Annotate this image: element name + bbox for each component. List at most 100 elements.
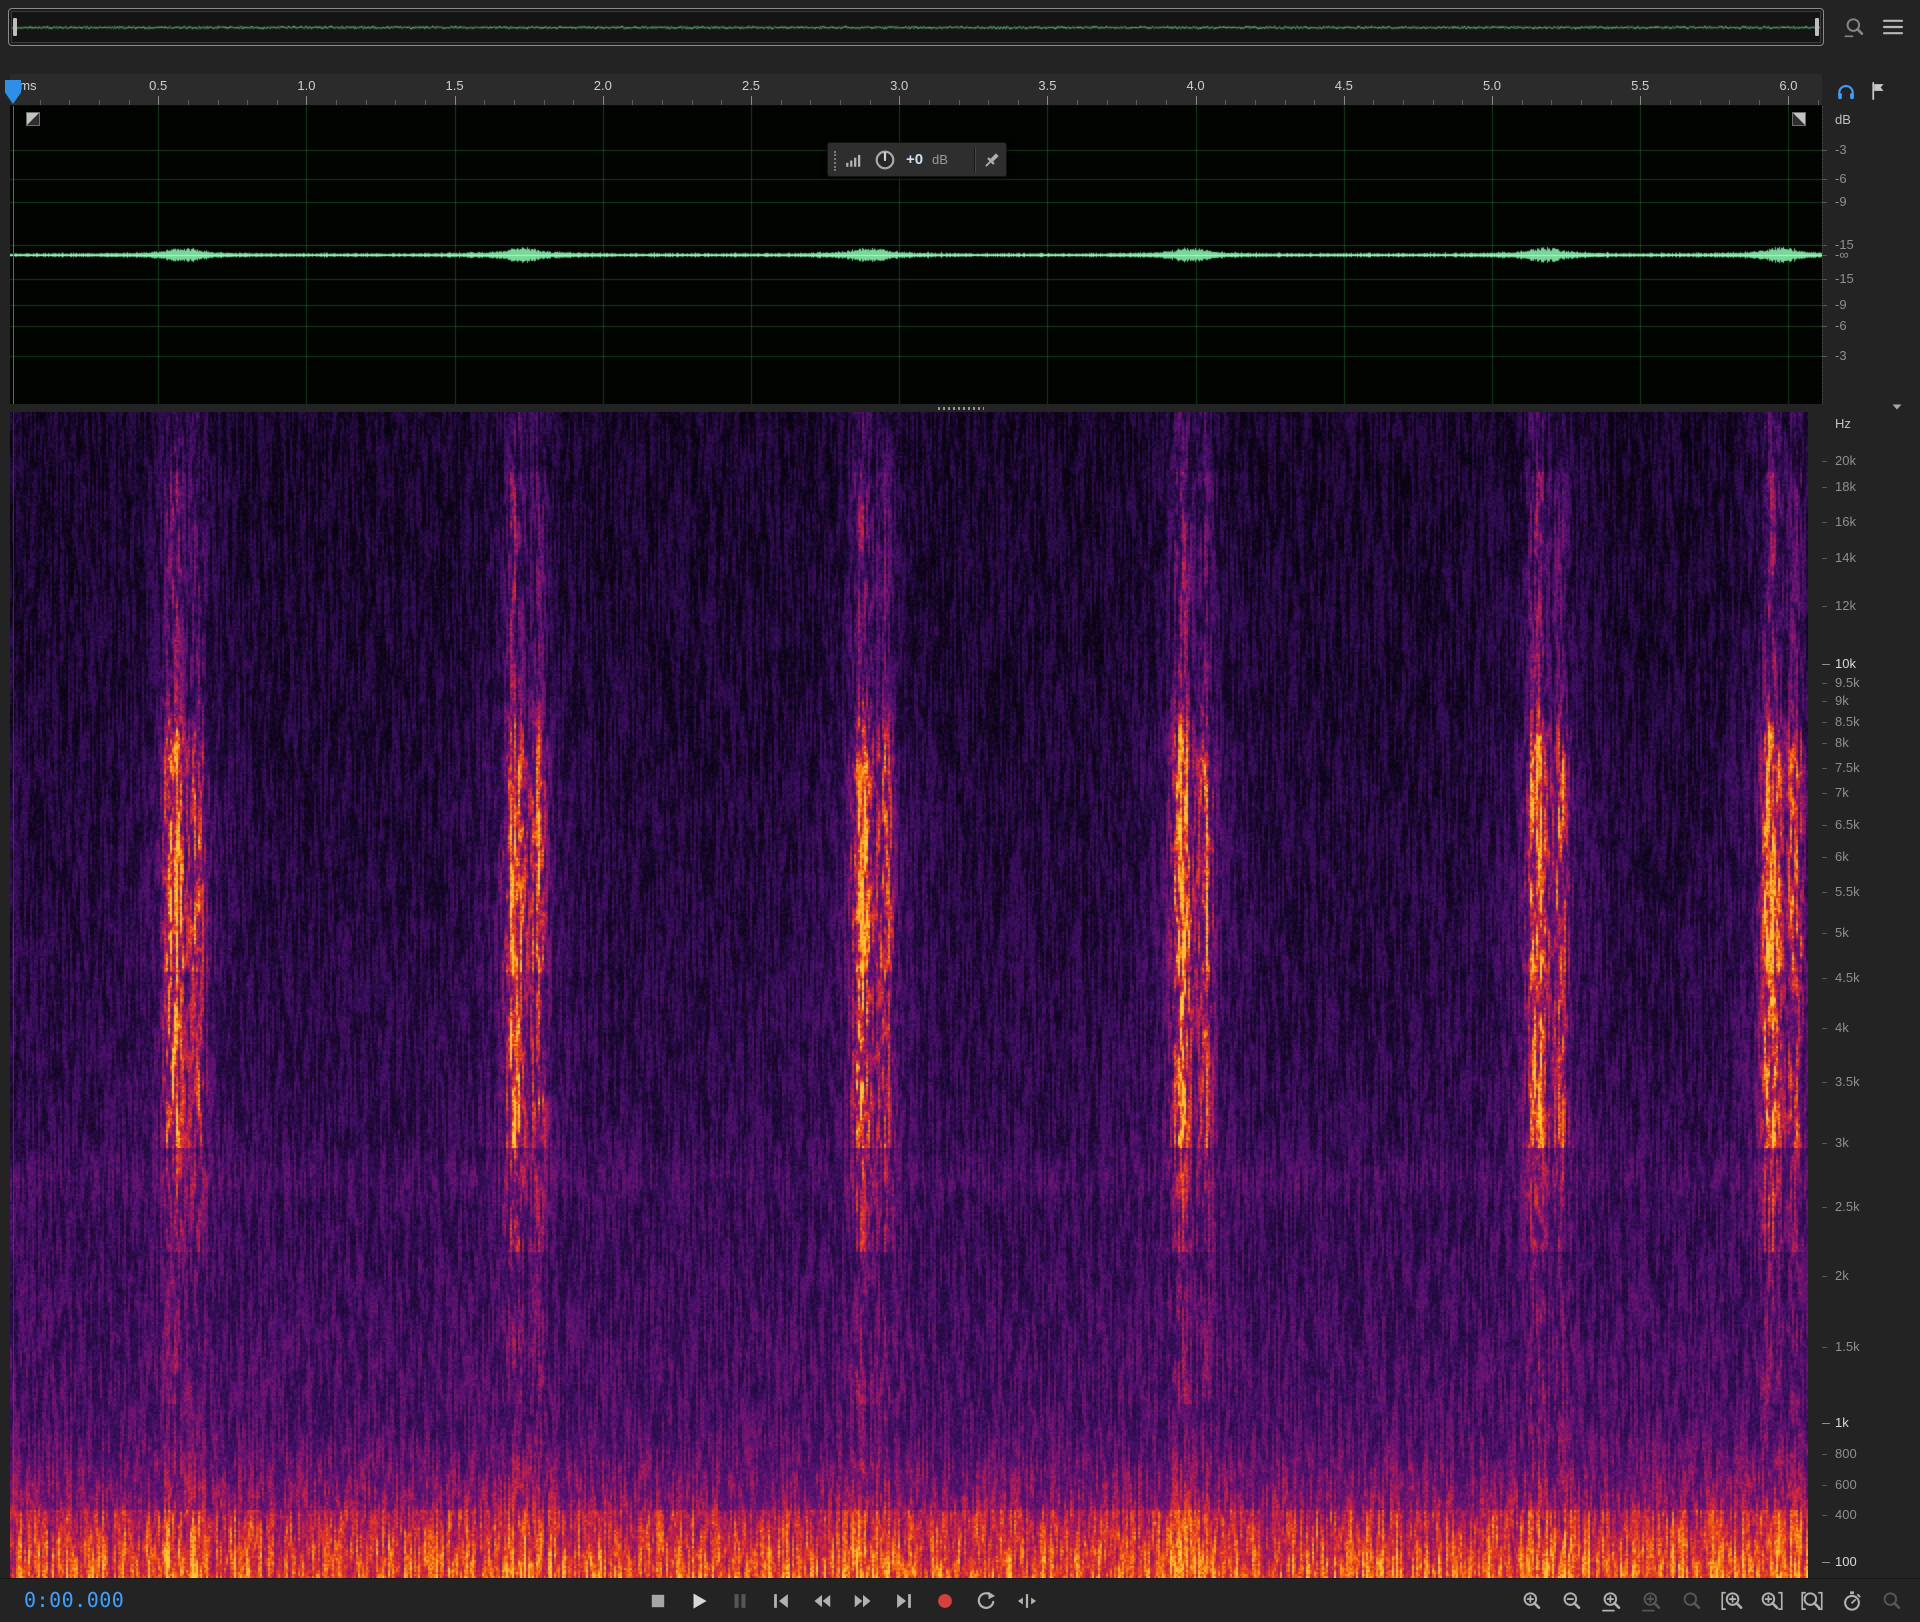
headphones-icon[interactable]: [1834, 79, 1858, 103]
scale-tick: [1822, 701, 1827, 702]
navigator-left-handle[interactable]: [13, 18, 17, 36]
time-display[interactable]: 0:00.000: [24, 1588, 124, 1612]
scale-tick: [1822, 1423, 1830, 1424]
navigator-zoom-icon[interactable]: [1842, 14, 1868, 40]
loop-icon: [975, 1590, 997, 1612]
zoom-navigator[interactable]: [8, 8, 1824, 46]
scale-label: 3k: [1835, 1135, 1849, 1151]
ruler-tick: [366, 100, 367, 105]
gain-value[interactable]: +0: [906, 143, 923, 177]
marker-flag-icon[interactable]: [1866, 79, 1890, 103]
navigator-right-handle[interactable]: [1815, 18, 1819, 36]
scale-tick: [1822, 279, 1827, 280]
scale-label: 12k: [1835, 598, 1856, 614]
panel-divider[interactable]: [0, 404, 1920, 412]
ruler-tick: [692, 100, 693, 105]
stop-button[interactable]: [644, 1587, 671, 1614]
scale-tick: [1822, 356, 1827, 357]
zoom-to-selection-button[interactable]: [1598, 1587, 1625, 1614]
ruler-tick: [929, 100, 930, 105]
spectrogram-panel[interactable]: [10, 412, 1808, 1578]
scale-tick: [1822, 461, 1827, 462]
scale-tick: [1822, 1082, 1827, 1083]
zoom-bracket-left-icon: [1721, 1590, 1743, 1612]
timeline-ruler[interactable]: hms 0.51.01.52.02.53.03.54.04.55.05.56.0: [10, 74, 1822, 106]
ruler-tick: [514, 100, 515, 105]
play-button[interactable]: [685, 1587, 712, 1614]
skip-to-start-button[interactable]: [767, 1587, 794, 1614]
ruler-tick: [69, 100, 70, 105]
scale-tick: [1822, 326, 1827, 327]
scale-label: 16k: [1835, 514, 1856, 530]
zoom-buttons: [1518, 1587, 1905, 1614]
scale-tick: [1822, 558, 1827, 559]
ruler-tick: [484, 100, 485, 105]
chevron-down-icon[interactable]: [1890, 402, 1904, 412]
scale-tick: [1822, 305, 1827, 306]
scale-tick: [1822, 245, 1827, 246]
hz-scale-header: Hz: [1835, 416, 1851, 431]
ruler-tick: [1433, 100, 1434, 105]
zoom-in-at-out-point-button[interactable]: [1758, 1587, 1785, 1614]
ruler-tick: [1670, 100, 1671, 105]
rewind-button[interactable]: [808, 1587, 835, 1614]
scale-label: -6: [1835, 318, 1847, 334]
ruler-tick: [1107, 100, 1108, 105]
waveform-panel[interactable]: +0 dB: [10, 106, 1822, 404]
ruler-time-label: 5.5: [1631, 78, 1649, 93]
ruler-tick: [425, 100, 426, 105]
db-scale[interactable]: dB -3-6-9-15-∞-15-9-6-3: [1822, 106, 1920, 404]
ruler-tick: [188, 100, 189, 105]
zoom-in-at-in-point-button[interactable]: [1718, 1587, 1745, 1614]
scale-label: 8k: [1835, 735, 1849, 751]
scale-label: 20k: [1835, 453, 1856, 469]
scale-label: 1.5k: [1835, 1339, 1860, 1355]
scale-label: 8.5k: [1835, 714, 1860, 730]
frequency-scale[interactable]: Hz 20k18k16k14k12k10k9.5k9k8.5k8k7.5k7k6…: [1822, 412, 1920, 1578]
loop-playback-button[interactable]: [972, 1587, 999, 1614]
ruler-tick: [1462, 100, 1463, 105]
scale-label: 400: [1835, 1507, 1857, 1523]
zoom-in-button[interactable]: [1518, 1587, 1545, 1614]
zoom-selection-time-button[interactable]: [1798, 1587, 1825, 1614]
zoom-in-amplitude-button: [1638, 1587, 1665, 1614]
ruler-time-label: 1.0: [297, 78, 315, 93]
scale-label: 7k: [1835, 785, 1849, 801]
ruler-tick: [1581, 100, 1582, 105]
zoom-navigator-track[interactable]: [11, 11, 1821, 43]
panel-menu-icon[interactable]: [1880, 14, 1906, 40]
pin-icon[interactable]: [981, 149, 1003, 171]
ruler-time-label: 3.5: [1038, 78, 1056, 93]
ruler-tick: [1314, 100, 1315, 105]
scale-label: -9: [1835, 297, 1847, 313]
ruler-tick: [603, 96, 604, 105]
skip-to-end-button[interactable]: [890, 1587, 917, 1614]
ruler-tick: [810, 100, 811, 105]
scale-label: 600: [1835, 1477, 1857, 1493]
volume-hud[interactable]: +0 dB: [827, 142, 1007, 177]
volume-knob-icon[interactable]: [874, 149, 896, 171]
divider-grip[interactable]: [938, 407, 984, 410]
fade-in-handle[interactable]: [26, 112, 40, 126]
ruler-tick: [129, 100, 130, 105]
pitch-stopwatch-button[interactable]: [1838, 1587, 1865, 1614]
scale-tick: [1822, 743, 1827, 744]
stopwatch-icon: [1841, 1590, 1863, 1612]
fade-out-handle[interactable]: [1792, 112, 1806, 126]
scale-tick: [1822, 1207, 1827, 1208]
skip-selection-button[interactable]: [1013, 1587, 1040, 1614]
ruler-tick: [158, 96, 159, 105]
rewind-icon: [811, 1590, 833, 1612]
record-button[interactable]: [931, 1587, 958, 1614]
hud-drag-handle[interactable]: [834, 151, 836, 171]
ruler-time-label: 1.5: [446, 78, 464, 93]
play-icon: [688, 1590, 710, 1612]
ruler-tick: [1344, 96, 1345, 105]
ruler-tick: [1373, 100, 1374, 105]
zoom-out-button[interactable]: [1558, 1587, 1585, 1614]
ruler-tick: [395, 100, 396, 105]
ruler-tick: [1255, 100, 1256, 105]
fast-forward-button[interactable]: [849, 1587, 876, 1614]
ruler-tick: [336, 100, 337, 105]
scale-tick: [1822, 150, 1827, 151]
